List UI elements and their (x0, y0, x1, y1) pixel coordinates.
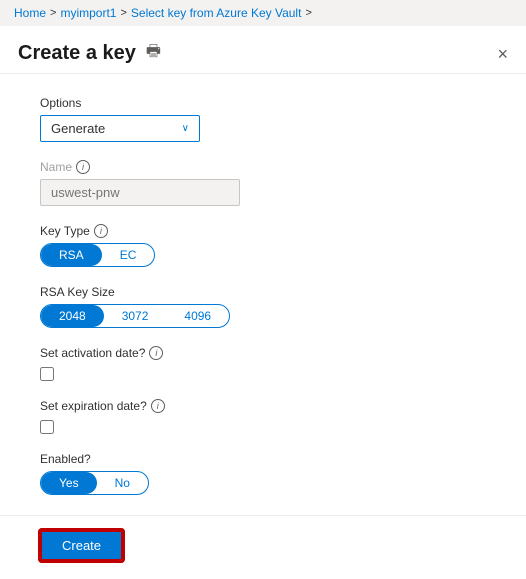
key-type-rsa-button[interactable]: RSA (41, 244, 102, 266)
activation-date-checkbox-wrap (40, 367, 486, 381)
rsa-key-size-field: RSA Key Size 2048 3072 4096 (40, 285, 486, 328)
enabled-label: Enabled? (40, 452, 486, 466)
key-type-field: Key Type i RSA EC (40, 224, 486, 267)
key-type-info-icon[interactable]: i (94, 224, 108, 238)
breadcrumb-myimport[interactable]: myimport1 (60, 6, 116, 20)
enabled-field: Enabled? Yes No (40, 452, 486, 495)
enabled-toggle-group: Yes No (40, 471, 149, 495)
breadcrumb-sep-2: > (120, 7, 126, 19)
breadcrumb-select-key[interactable]: Select key from Azure Key Vault (131, 6, 302, 20)
page-title: Create a key (18, 42, 136, 65)
options-dropdown[interactable]: Generate ∨ (40, 115, 200, 142)
name-input[interactable] (40, 179, 240, 206)
name-info-icon[interactable]: i (76, 160, 90, 174)
breadcrumb: Home > myimport1 > Select key from Azure… (0, 0, 526, 26)
enabled-yes-button[interactable]: Yes (41, 472, 97, 494)
panel-footer: Create (0, 515, 526, 579)
name-label: Name i (40, 160, 486, 174)
chevron-down-icon: ∨ (182, 123, 189, 134)
enabled-no-button[interactable]: No (97, 472, 148, 494)
key-type-ec-button[interactable]: EC (102, 244, 155, 266)
rsa-key-size-2048-button[interactable]: 2048 (41, 305, 104, 327)
options-field: Options Generate ∨ (40, 96, 486, 142)
panel-header: Create a key 🖶 × (0, 26, 526, 74)
rsa-key-size-4096-button[interactable]: 4096 (166, 305, 229, 327)
breadcrumb-sep-3: > (305, 7, 311, 19)
key-type-label: Key Type i (40, 224, 486, 238)
title-row: Create a key 🖶 (18, 40, 161, 67)
breadcrumb-sep-1: > (50, 7, 56, 19)
key-type-toggle-group: RSA EC (40, 243, 155, 267)
activation-date-checkbox[interactable] (40, 367, 54, 381)
options-value: Generate (51, 121, 105, 136)
rsa-key-size-label: RSA Key Size (40, 285, 486, 299)
expiration-date-label: Set expiration date? i (40, 399, 486, 413)
breadcrumb-home[interactable]: Home (14, 6, 46, 20)
create-button[interactable]: Create (40, 530, 123, 561)
options-label: Options (40, 96, 486, 110)
expiration-date-field: Set expiration date? i (40, 399, 486, 434)
close-icon[interactable]: × (497, 45, 508, 63)
expiration-date-checkbox-wrap (40, 420, 486, 434)
name-field: Name i (40, 160, 486, 206)
expiration-date-checkbox[interactable] (40, 420, 54, 434)
expiration-date-info-icon[interactable]: i (151, 399, 165, 413)
panel-body: Options Generate ∨ Name i Key Type i RSA… (0, 74, 526, 515)
create-key-panel: Home > myimport1 > Select key from Azure… (0, 0, 526, 579)
rsa-key-size-3072-button[interactable]: 3072 (104, 305, 167, 327)
rsa-key-size-toggle-group: 2048 3072 4096 (40, 304, 230, 328)
print-icon[interactable]: 🖶 (146, 40, 161, 67)
activation-date-info-icon[interactable]: i (149, 346, 163, 360)
activation-date-label: Set activation date? i (40, 346, 486, 360)
activation-date-field: Set activation date? i (40, 346, 486, 381)
